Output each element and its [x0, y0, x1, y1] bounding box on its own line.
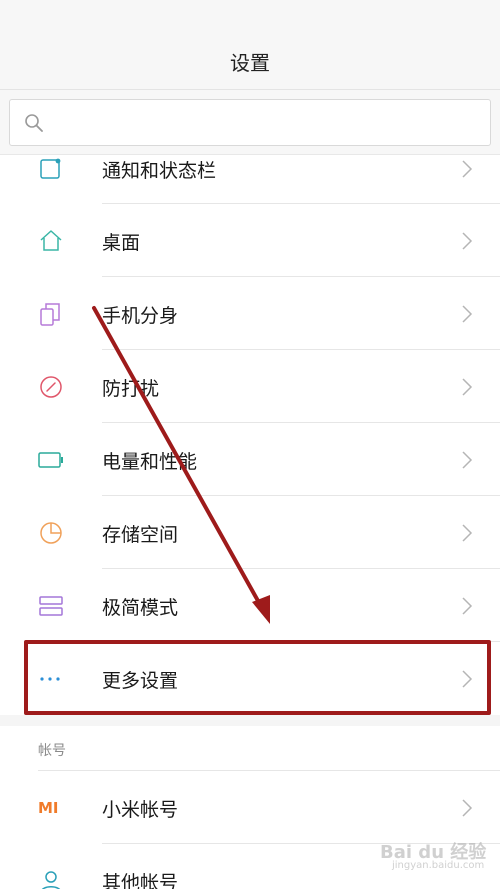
- search-box[interactable]: [9, 99, 491, 146]
- chevron-right-icon: [462, 799, 473, 817]
- settings-item-notifications[interactable]: 通知和状态栏: [0, 155, 500, 204]
- settings-item-label: 手机分身: [102, 305, 179, 327]
- person-icon: [41, 871, 61, 889]
- chevron-right-icon: [462, 451, 473, 469]
- settings-item-label: 桌面: [102, 232, 141, 254]
- settings-item-storage[interactable]: 存储空间: [0, 496, 500, 569]
- search-icon: [25, 114, 43, 132]
- section-header-account: 帐号: [0, 726, 500, 771]
- home-icon: [40, 230, 62, 251]
- settings-item-label: 小米帐号: [102, 799, 179, 821]
- chevron-right-icon: [462, 305, 473, 323]
- do-not-disturb-icon: [40, 376, 62, 398]
- chevron-right-icon: [462, 670, 473, 688]
- more-dots-icon: [40, 677, 60, 681]
- dual-phone-icon: [40, 303, 60, 326]
- watermark: Bai du 经验 jingyan.baidu.com: [380, 838, 486, 871]
- settings-item-label: 极简模式: [102, 597, 179, 619]
- search-input[interactable]: [54, 106, 474, 140]
- pie-storage-icon: [40, 522, 62, 544]
- settings-item-do-not-disturb[interactable]: 防打扰: [0, 350, 500, 423]
- settings-item-desktop[interactable]: 桌面: [0, 204, 500, 277]
- chevron-right-icon: [462, 524, 473, 542]
- notification-icon: [40, 158, 61, 179]
- page-title: 设置: [230, 51, 270, 75]
- section-header-label: 帐号: [38, 743, 66, 759]
- battery-icon: [38, 452, 63, 468]
- simple-mode-icon: [39, 596, 63, 616]
- settings-item-label: 更多设置: [102, 670, 179, 692]
- settings-item-mi-account[interactable]: MI 小米帐号: [0, 771, 500, 844]
- settings-item-simple-mode[interactable]: 极简模式: [0, 569, 500, 642]
- settings-item-label: 其他帐号: [102, 872, 179, 889]
- chevron-right-icon: [462, 160, 473, 178]
- settings-item-label: 通知和状态栏: [102, 160, 217, 182]
- settings-item-more-settings[interactable]: 更多设置: [0, 642, 500, 715]
- watermark-sub: jingyan.baidu.com: [392, 860, 485, 871]
- chevron-right-icon: [462, 597, 473, 615]
- settings-item-label: 存储空间: [102, 524, 179, 546]
- chevron-right-icon: [462, 378, 473, 396]
- mi-logo-icon: MI: [38, 799, 59, 817]
- settings-item-battery[interactable]: 电量和性能: [0, 423, 500, 496]
- section-gap: [0, 715, 500, 726]
- top-bar: 设置: [0, 0, 500, 90]
- chevron-right-icon: [462, 232, 473, 250]
- settings-list: 通知和状态栏 桌面 手机分身 防打扰 电量和性能 存储空间 极简模式 更多设置 …: [0, 155, 500, 889]
- settings-item-label: 电量和性能: [102, 451, 198, 473]
- settings-item-dual-apps[interactable]: 手机分身: [0, 277, 500, 350]
- search-bar-container: [0, 90, 500, 155]
- settings-item-label: 防打扰: [102, 378, 160, 400]
